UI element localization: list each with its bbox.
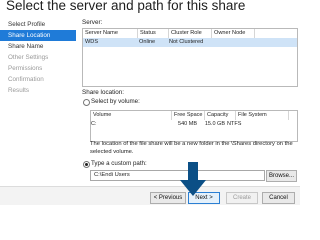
column-header-server-name[interactable]: Server Name: [83, 29, 138, 38]
server-name-cell: WDS: [85, 39, 99, 45]
volume-table: Volume Free Space Capacity File System C…: [90, 110, 298, 142]
nav-item-other-settings: Other Settings: [8, 54, 49, 61]
server-table-header: Server Name Status Cluster Role Owner No…: [83, 29, 297, 38]
table-row[interactable]: WDS Online Not Clustered: [83, 38, 297, 47]
table-row[interactable]: C: 540 MB 15.0 GB NTFS: [91, 120, 297, 129]
select-by-volume-radio[interactable]: [83, 99, 90, 106]
column-header-cluster-role[interactable]: Cluster Role: [169, 29, 212, 38]
custom-path-input[interactable]: C:\Endi Users: [90, 170, 265, 181]
volume-table-header: Volume Free Space Capacity File System: [91, 111, 297, 120]
status-cell: Online: [139, 39, 156, 45]
cancel-button[interactable]: Cancel: [262, 192, 295, 204]
nav-item-results: Results: [8, 87, 29, 94]
column-header-capacity[interactable]: Capacity: [205, 111, 236, 120]
down-arrow-icon: [180, 162, 206, 196]
nav-item-share-location[interactable]: Share Location: [0, 30, 76, 41]
owner-node-cell: [209, 38, 251, 47]
file-system-cell: NTFS: [227, 121, 242, 127]
create-button: Create: [226, 192, 258, 204]
column-header-volume[interactable]: Volume: [91, 111, 172, 120]
column-header-status[interactable]: Status: [138, 29, 169, 38]
custom-path-radio[interactable]: [83, 161, 90, 168]
capacity-cell: 15.0 GB: [204, 121, 225, 127]
nav-item-select-profile[interactable]: Select Profile: [0, 19, 76, 30]
browse-button[interactable]: Browse...: [266, 170, 297, 182]
column-header-file-system[interactable]: File System: [236, 111, 289, 120]
wizard-nav: Select Profile Share Location Share Name…: [0, 19, 76, 96]
share-location-label: Share location:: [82, 89, 125, 96]
server-label: Server:: [82, 19, 103, 26]
nav-item-confirmation: Confirmation: [8, 76, 44, 83]
select-by-volume-label[interactable]: Select by volume:: [91, 98, 140, 105]
cluster-role-cell: Not Clustered: [169, 39, 204, 45]
server-table: Server Name Status Cluster Role Owner No…: [82, 28, 298, 87]
page-title: Select the server and path for this shar…: [6, 0, 246, 13]
volume-cell: C:: [91, 121, 97, 127]
custom-path-label[interactable]: Type a custom path:: [91, 160, 147, 167]
share-location-note: The location of the file share will be a…: [90, 141, 293, 155]
nav-item-share-name[interactable]: Share Name: [0, 41, 76, 52]
column-header-free-space[interactable]: Free Space: [172, 111, 205, 120]
free-space-cell: 540 MB: [178, 121, 197, 127]
nav-item-permissions: Permissions: [8, 65, 43, 72]
column-header-owner-node[interactable]: Owner Node: [212, 29, 255, 38]
